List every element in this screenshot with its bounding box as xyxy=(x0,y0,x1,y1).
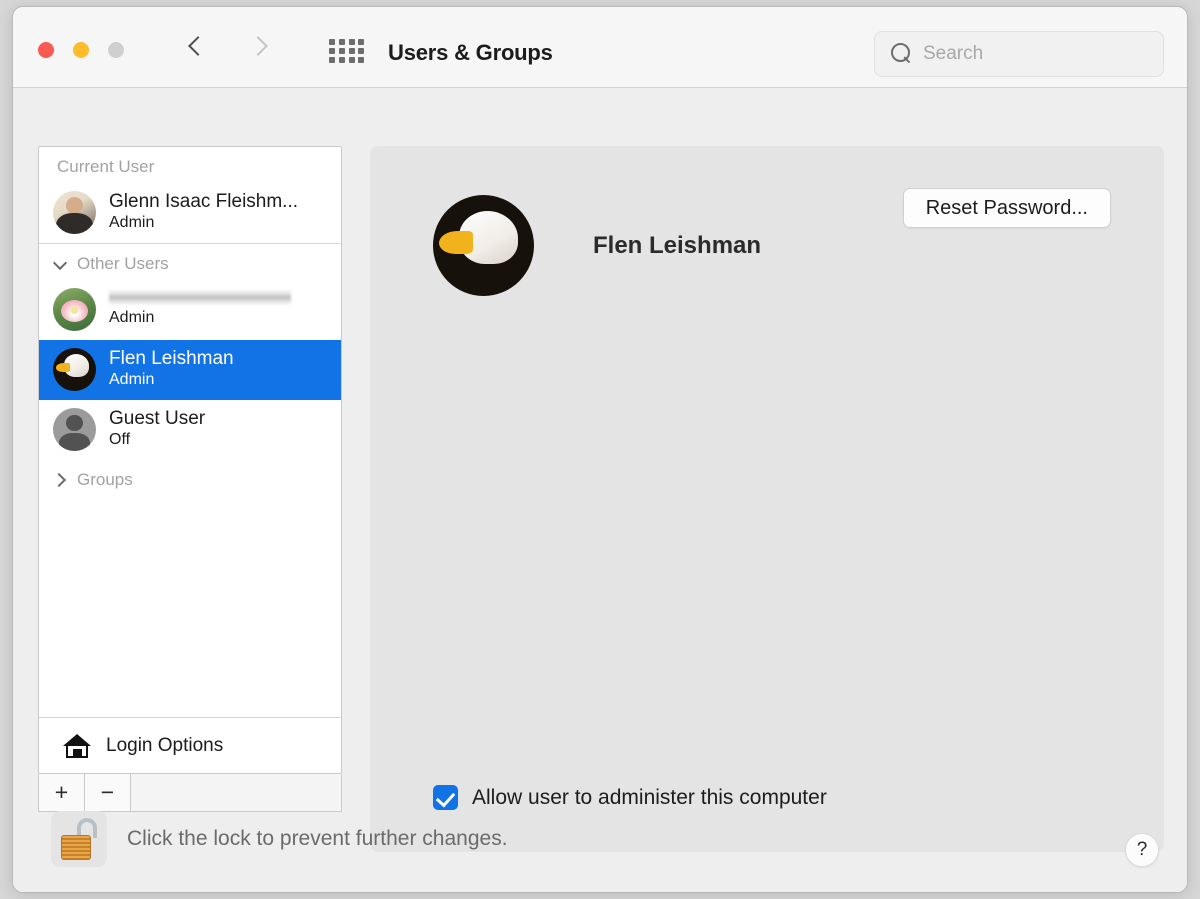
toolbar-filler xyxy=(131,774,341,811)
admin-checkbox-row[interactable]: Allow user to administer this computer xyxy=(433,785,827,810)
traffic-light-group xyxy=(38,42,124,58)
remove-user-button[interactable]: − xyxy=(85,774,131,811)
add-remove-toolbar: + − xyxy=(38,774,342,812)
avatar xyxy=(53,347,96,391)
groups-header[interactable]: Groups xyxy=(39,460,341,496)
user-detail-name: Flen Leishman xyxy=(593,231,762,259)
list-item-guest-user[interactable]: Guest User Off xyxy=(39,400,341,460)
navigation-buttons xyxy=(188,35,264,61)
avatar xyxy=(53,407,96,451)
user-name: Guest User xyxy=(109,408,206,430)
user-role: Admin xyxy=(109,309,155,326)
current-user-header: Current User xyxy=(57,157,155,176)
users-and-groups-window: Users & Groups Current User Glenn Isaac … xyxy=(12,6,1188,893)
close-button[interactable] xyxy=(38,42,54,58)
user-meta: Guest User Off xyxy=(109,408,205,450)
user-detail-panel: Flen Leishman Reset Password... Allow us… xyxy=(370,146,1164,852)
search-input[interactable] xyxy=(923,43,1133,65)
user-name: Glenn Isaac Fleishm... xyxy=(109,191,299,213)
title-bar: Users & Groups xyxy=(13,7,1187,88)
user-name: Flen Leishman xyxy=(109,348,234,370)
list-item-current-user[interactable]: Glenn Isaac Fleishm... Admin xyxy=(39,183,341,243)
chevron-down-icon[interactable] xyxy=(53,257,67,271)
user-role: Off xyxy=(109,430,131,448)
forward-chevron-icon[interactable] xyxy=(248,35,264,61)
chevron-right-icon[interactable] xyxy=(53,473,67,487)
list-item-flen-leishman[interactable]: Flen Leishman Admin xyxy=(39,340,341,400)
list-item-redacted-user[interactable]: Admin xyxy=(39,280,341,340)
login-options-row[interactable]: Login Options xyxy=(39,717,341,773)
back-chevron-icon[interactable] xyxy=(188,35,204,61)
admin-checkbox-label: Allow user to administer this computer xyxy=(472,785,827,809)
reset-password-button[interactable]: Reset Password... xyxy=(902,188,1111,228)
avatar xyxy=(53,190,96,234)
redacted-user-name xyxy=(109,290,291,305)
window-content: Current User Glenn Isaac Fleishm... Admi… xyxy=(13,88,1187,892)
search-icon xyxy=(891,43,913,65)
user-role: Admin xyxy=(109,213,155,231)
lock-status-text: Click the lock to prevent further change… xyxy=(127,827,508,850)
add-user-button[interactable]: + xyxy=(39,774,85,811)
user-role: Admin xyxy=(109,370,155,388)
zoom-button[interactable] xyxy=(108,42,124,58)
grid-icon[interactable] xyxy=(329,39,365,63)
help-button[interactable]: ? xyxy=(1125,833,1159,867)
user-meta: Admin xyxy=(109,290,291,328)
avatar[interactable] xyxy=(433,195,534,296)
search-field[interactable] xyxy=(874,31,1164,77)
user-meta: Flen Leishman Admin xyxy=(109,348,234,390)
groups-label: Groups xyxy=(77,470,133,489)
page-title: Users & Groups xyxy=(388,40,553,65)
minimize-button[interactable] xyxy=(73,42,89,58)
unlocked-padlock-icon[interactable] xyxy=(51,811,107,867)
users-list-sidebar: Current User Glenn Isaac Fleishm... Admi… xyxy=(38,146,342,774)
login-options-label: Login Options xyxy=(106,734,224,756)
user-meta: Glenn Isaac Fleishm... Admin xyxy=(109,191,298,233)
other-users-header[interactable]: Other Users xyxy=(39,244,341,280)
home-icon xyxy=(63,733,91,758)
other-users-label: Other Users xyxy=(77,254,169,273)
admin-checkbox[interactable] xyxy=(433,785,458,810)
avatar xyxy=(53,287,96,331)
user-detail-header: Flen Leishman xyxy=(433,195,761,296)
lock-row[interactable]: Click the lock to prevent further change… xyxy=(51,811,508,867)
